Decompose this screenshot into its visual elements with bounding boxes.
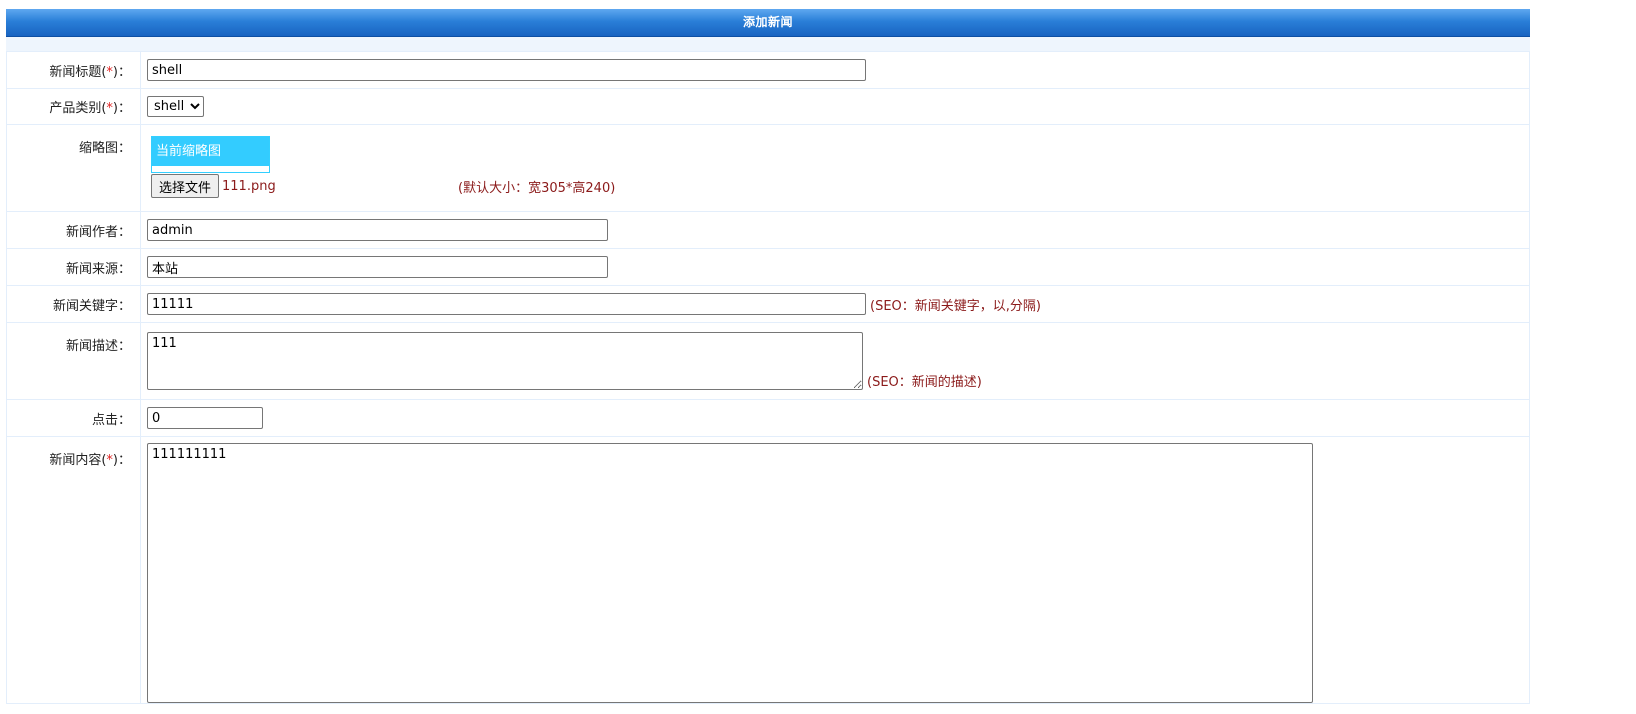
news-author-input[interactable] bbox=[147, 219, 608, 241]
row-author: 新闻作者： bbox=[6, 211, 1530, 249]
row-content: 新闻内容(*)： 111111111 bbox=[6, 436, 1530, 704]
keywords-cell: (SEO：新闻关键字，以,分隔) bbox=[140, 285, 1530, 323]
row-title: 新闻标题(*)： bbox=[6, 51, 1530, 89]
category-cell: shell bbox=[140, 88, 1530, 125]
category-label-text: 产品类别 bbox=[49, 101, 102, 116]
row-clicks: 点击： bbox=[6, 399, 1530, 437]
add-news-panel: 添加新闻 新闻标题(*)： 产品类别(*)： shell 缩略图： 当前缩略图 bbox=[6, 9, 1530, 714]
product-category-select[interactable]: shell bbox=[147, 96, 204, 117]
description-hint: (SEO：新闻的描述) bbox=[867, 375, 982, 390]
thumbnail-label: 缩略图： bbox=[6, 124, 141, 212]
author-label: 新闻作者： bbox=[6, 211, 141, 249]
news-form: 新闻标题(*)： 产品类别(*)： shell 缩略图： 当前缩略图 选择文件 bbox=[6, 51, 1530, 704]
panel-title-bar: 添加新闻 bbox=[6, 9, 1530, 37]
clicks-label: 点击： bbox=[6, 399, 141, 437]
news-content-textarea[interactable]: 111111111 bbox=[147, 443, 1313, 703]
row-description: 新闻描述： 111 (SEO：新闻的描述) bbox=[6, 322, 1530, 400]
spacer-row bbox=[6, 37, 1530, 51]
required-mark: * bbox=[106, 101, 113, 116]
selected-file-name: 111.png bbox=[222, 178, 276, 194]
author-cell bbox=[140, 211, 1530, 249]
source-cell bbox=[140, 248, 1530, 286]
keywords-label: 新闻关键字： bbox=[6, 285, 141, 323]
required-mark: * bbox=[106, 64, 113, 80]
description-label: 新闻描述： bbox=[6, 322, 141, 400]
source-label: 新闻来源： bbox=[6, 248, 141, 286]
description-cell: 111 (SEO：新闻的描述) bbox=[140, 322, 1530, 400]
file-chooser-row: 选择文件 111.png (默认大小：宽305*高240) bbox=[151, 174, 1529, 198]
content-label-text: 新闻内容 bbox=[49, 453, 102, 468]
content-cell: 111111111 bbox=[140, 436, 1530, 704]
title-label: 新闻标题(*)： bbox=[6, 51, 141, 89]
news-clicks-input[interactable] bbox=[147, 407, 263, 429]
row-category: 产品类别(*)： shell bbox=[6, 88, 1530, 125]
panel-title: 添加新闻 bbox=[742, 15, 793, 29]
thumbnail-cell: 当前缩略图 选择文件 111.png (默认大小：宽305*高240) bbox=[140, 124, 1530, 212]
news-keywords-input[interactable] bbox=[147, 293, 866, 315]
news-title-input[interactable] bbox=[147, 59, 866, 81]
row-thumbnail: 缩略图： 当前缩略图 选择文件 111.png (默认大小：宽305*高240) bbox=[6, 124, 1530, 212]
clicks-cell bbox=[140, 399, 1530, 437]
content-label: 新闻内容(*)： bbox=[6, 436, 141, 704]
title-label-text: 新闻标题 bbox=[49, 64, 102, 80]
thumbnail-size-hint: (默认大小：宽305*高240) bbox=[458, 180, 616, 196]
keywords-hint: (SEO：新闻关键字，以,分隔) bbox=[870, 298, 1041, 314]
news-description-textarea[interactable]: 111 bbox=[147, 332, 863, 390]
title-cell bbox=[140, 51, 1530, 89]
row-keywords: 新闻关键字： (SEO：新闻关键字，以,分隔) bbox=[6, 285, 1530, 323]
row-source: 新闻来源： bbox=[6, 248, 1530, 286]
choose-file-button[interactable]: 选择文件 bbox=[151, 174, 220, 198]
current-thumbnail-box: 当前缩略图 bbox=[151, 136, 270, 173]
current-thumbnail-label: 当前缩略图 bbox=[152, 137, 269, 166]
category-label: 产品类别(*)： bbox=[6, 88, 141, 125]
required-mark: * bbox=[106, 453, 113, 468]
news-source-input[interactable] bbox=[147, 256, 608, 278]
